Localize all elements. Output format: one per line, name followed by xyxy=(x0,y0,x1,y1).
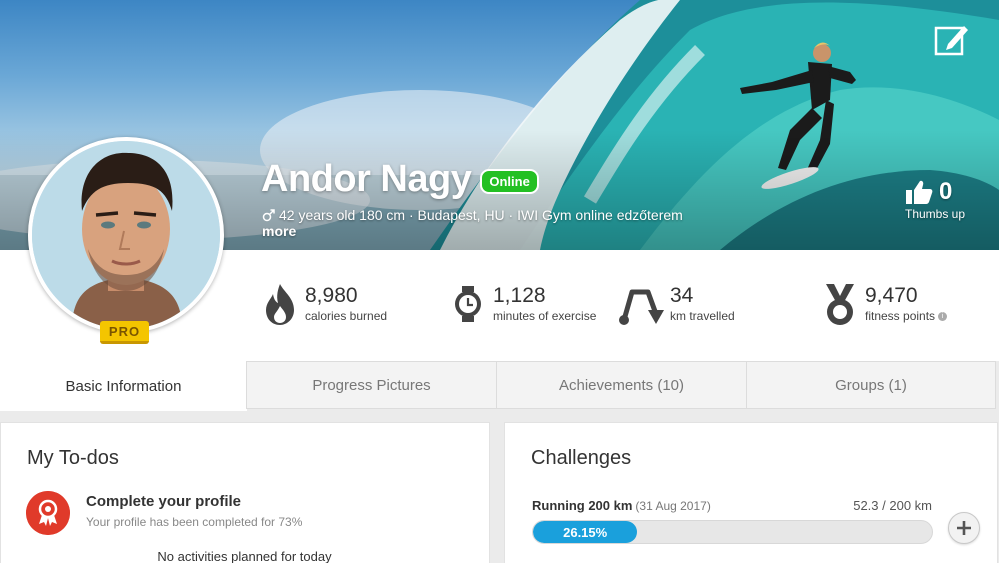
challenge-progress-fill: 26.15% xyxy=(533,521,638,543)
challenge-name[interactable]: Running 200 km (31 Aug 2017) xyxy=(532,498,711,513)
thumbs-up-button[interactable]: 0 Thumbs up xyxy=(905,178,975,221)
plus-icon xyxy=(957,521,971,535)
thumbs-up-icon xyxy=(906,180,933,204)
stat-label: calories burned xyxy=(305,309,388,323)
stat-label: km travelled xyxy=(670,309,735,323)
stat-value: 34 xyxy=(670,284,694,307)
pro-badge: PRO xyxy=(100,321,149,344)
challenges-title: Challenges xyxy=(531,447,632,469)
profile-tabs: Basic Information Progress Pictures Achi… xyxy=(0,361,999,411)
fire-icon xyxy=(266,284,294,325)
user-name: Andor Nagy xyxy=(261,158,472,200)
tab-progress-pictures[interactable]: Progress Pictures xyxy=(246,361,497,409)
medal-icon xyxy=(826,284,854,325)
stat-value: 8,980 xyxy=(305,284,358,307)
avatar-image xyxy=(32,141,220,329)
tab-basic-information[interactable]: Basic Information xyxy=(0,361,247,411)
challenge-date: (31 Aug 2017) xyxy=(635,499,711,513)
stopwatch-icon xyxy=(455,286,481,322)
stat-calories: 8,980 calories burned xyxy=(262,282,387,326)
user-info-text: 42 years old 180 cm · Budapest, HU · IWI… xyxy=(279,207,683,223)
challenge-progress-text: 52.3 / 200 km xyxy=(853,498,932,513)
name-row: Andor Nagy Online xyxy=(261,158,539,201)
info-icon[interactable]: i xyxy=(938,311,948,321)
male-icon xyxy=(262,208,275,221)
route-icon xyxy=(619,289,664,325)
stat-minutes: 1,128 minutes of exercise xyxy=(450,282,596,326)
tab-achievements[interactable]: Achievements (10) xyxy=(496,361,747,409)
tab-groups[interactable]: Groups (1) xyxy=(746,361,996,409)
stat-value: 1,128 xyxy=(493,284,546,307)
thumbs-up-label: Thumbs up xyxy=(905,207,966,221)
challenge-name-text: Running 200 km xyxy=(532,498,633,513)
online-status-badge: Online xyxy=(480,169,539,194)
user-info: 42 years old 180 cm · Budapest, HU · IWI… xyxy=(262,207,683,223)
edit-cover-icon[interactable] xyxy=(934,22,970,56)
todo-item-subtitle: Your profile has been completed for 73% xyxy=(86,515,303,529)
stat-fitness-points: 9,470 fitness points i xyxy=(822,282,948,326)
add-challenge-button[interactable] xyxy=(948,512,980,544)
stat-value: 9,470 xyxy=(865,284,918,307)
stat-label: minutes of exercise xyxy=(493,309,597,323)
todos-card: My To-dos xyxy=(0,422,490,563)
stat-distance: 34 km travelled xyxy=(618,282,735,326)
todos-title: My To-dos xyxy=(27,447,119,469)
thumbs-up-count: 0 xyxy=(939,178,953,205)
avatar[interactable] xyxy=(28,137,224,333)
challenge-progress-bar: 26.15% xyxy=(532,520,933,544)
stat-label: fitness points i xyxy=(865,309,948,323)
profile-award-icon xyxy=(26,491,70,535)
stat-label-text: fitness points xyxy=(865,309,936,323)
todo-item-title[interactable]: Complete your profile xyxy=(86,493,241,510)
no-activities-text: No activities planned for today xyxy=(157,549,332,563)
more-link[interactable]: more xyxy=(262,223,296,239)
